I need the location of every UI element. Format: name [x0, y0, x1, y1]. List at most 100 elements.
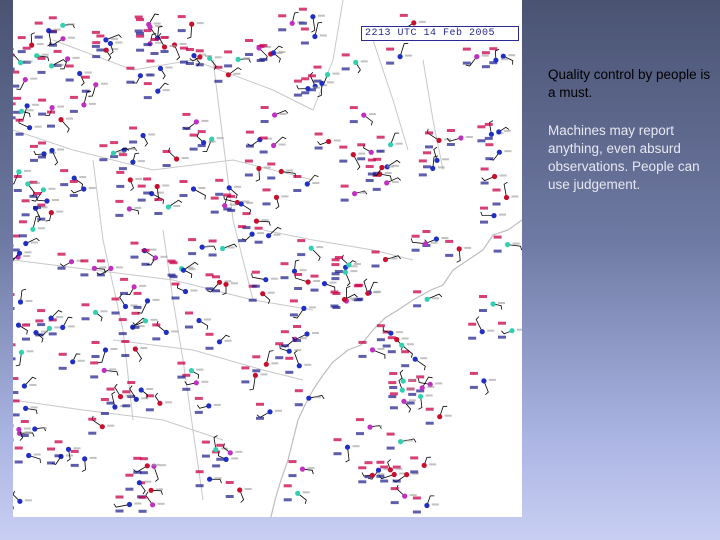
station-circle-icon	[16, 250, 23, 256]
station-id-mark	[141, 397, 149, 400]
station-circle-icon	[310, 14, 316, 20]
dewpoint-mark	[331, 277, 340, 281]
station-circle-icon	[146, 21, 152, 28]
station-plot	[256, 402, 282, 420]
station-plot	[291, 325, 319, 342]
station-id-mark	[56, 210, 64, 213]
station-circle-icon	[142, 318, 149, 324]
station-plot	[133, 291, 160, 314]
temperature-mark	[13, 244, 14, 248]
dewpoint-mark	[99, 158, 108, 162]
station-id-mark	[384, 172, 392, 174]
temperature-mark	[380, 465, 389, 469]
temperature-mark	[353, 284, 362, 288]
station-circle-icon	[272, 112, 278, 118]
station-circle-icon	[412, 356, 418, 362]
station-circle-icon	[367, 424, 373, 430]
station-id-mark	[204, 318, 211, 321]
dewpoint-mark	[154, 212, 163, 215]
station-circle-icon	[17, 299, 24, 305]
temperature-mark	[293, 325, 301, 328]
station-circle-icon	[70, 359, 76, 365]
station-id-mark	[190, 289, 198, 292]
station-circle-icon	[25, 181, 31, 187]
station-id-mark	[312, 182, 320, 184]
dewpoint-mark	[13, 357, 16, 361]
border-line	[262, 229, 414, 261]
station-id-mark	[316, 246, 324, 249]
station-circle-icon	[249, 231, 255, 237]
station-id-mark	[137, 160, 145, 163]
station-id-mark	[73, 447, 81, 450]
station-circle-icon	[213, 447, 219, 453]
dewpoint-mark	[280, 276, 289, 280]
dewpoint-mark	[13, 189, 22, 192]
slide-text: Quality control by people is a must. Mac…	[548, 66, 713, 194]
dewpoint-mark	[468, 336, 477, 340]
station-id-mark	[25, 60, 33, 63]
station-id-mark	[214, 477, 222, 480]
station-circle-icon	[398, 439, 404, 445]
temperature-mark	[307, 74, 316, 78]
station-plot	[216, 443, 243, 461]
station-circle-icon	[68, 259, 75, 265]
dewpoint-mark	[13, 506, 14, 510]
temperature-mark	[293, 79, 302, 83]
temperature-mark	[446, 129, 455, 132]
dewpoint-mark	[169, 275, 178, 279]
dewpoint-mark	[69, 109, 78, 113]
station-circle-icon	[326, 138, 332, 145]
temperature-mark	[121, 340, 130, 343]
station-circle-icon	[32, 426, 38, 432]
temperature-mark	[195, 49, 204, 53]
station-id-mark	[231, 282, 238, 285]
temperature-mark	[118, 153, 127, 157]
dewpoint-mark	[498, 335, 506, 339]
station-plot	[13, 96, 40, 120]
station-plot	[129, 126, 156, 147]
temperature-mark	[216, 443, 225, 447]
station-id-mark	[162, 89, 170, 92]
station-id-mark	[229, 203, 237, 206]
station-circle-icon	[137, 73, 143, 79]
station-circle-icon	[384, 180, 390, 186]
station-circle-icon	[411, 20, 417, 26]
station-circle-icon	[312, 33, 318, 40]
temperature-mark	[298, 7, 307, 11]
station-circle-icon	[65, 446, 72, 452]
station-id-mark	[329, 281, 337, 284]
station-circle-icon	[237, 487, 243, 493]
temperature-mark	[469, 371, 478, 375]
temperature-mark	[205, 332, 214, 336]
station-plot	[349, 106, 376, 126]
station-id-mark	[500, 58, 508, 61]
station-plot	[70, 449, 97, 472]
station-id-mark	[390, 257, 398, 260]
dewpoint-mark	[333, 452, 342, 456]
dewpoint-mark	[143, 191, 152, 195]
station-circle-icon	[40, 187, 46, 193]
dewpoint-mark	[425, 145, 433, 149]
station-id-mark	[231, 457, 239, 460]
station-plot	[141, 248, 168, 266]
station-plot	[125, 473, 152, 495]
dewpoint-mark	[294, 403, 303, 407]
dewpoint-mark	[288, 474, 297, 478]
station-circle-icon	[388, 142, 394, 148]
station-circle-icon	[402, 493, 408, 499]
dewpoint-mark	[189, 147, 198, 151]
station-plot	[252, 350, 279, 373]
dewpoint-mark	[386, 446, 395, 450]
station-id-mark	[498, 302, 505, 304]
dewpoint-mark	[171, 296, 180, 300]
temperature-mark	[99, 144, 108, 148]
station-id-mark	[204, 55, 212, 57]
dewpoint-mark	[88, 431, 97, 435]
station-circle-icon	[418, 393, 424, 400]
station-plot	[445, 239, 472, 263]
dewpoint-mark	[462, 61, 471, 65]
station-circle-icon	[188, 368, 194, 374]
station-circle-icon	[110, 150, 116, 156]
station-circle-icon	[26, 452, 32, 459]
station-circle-icon	[419, 385, 425, 391]
